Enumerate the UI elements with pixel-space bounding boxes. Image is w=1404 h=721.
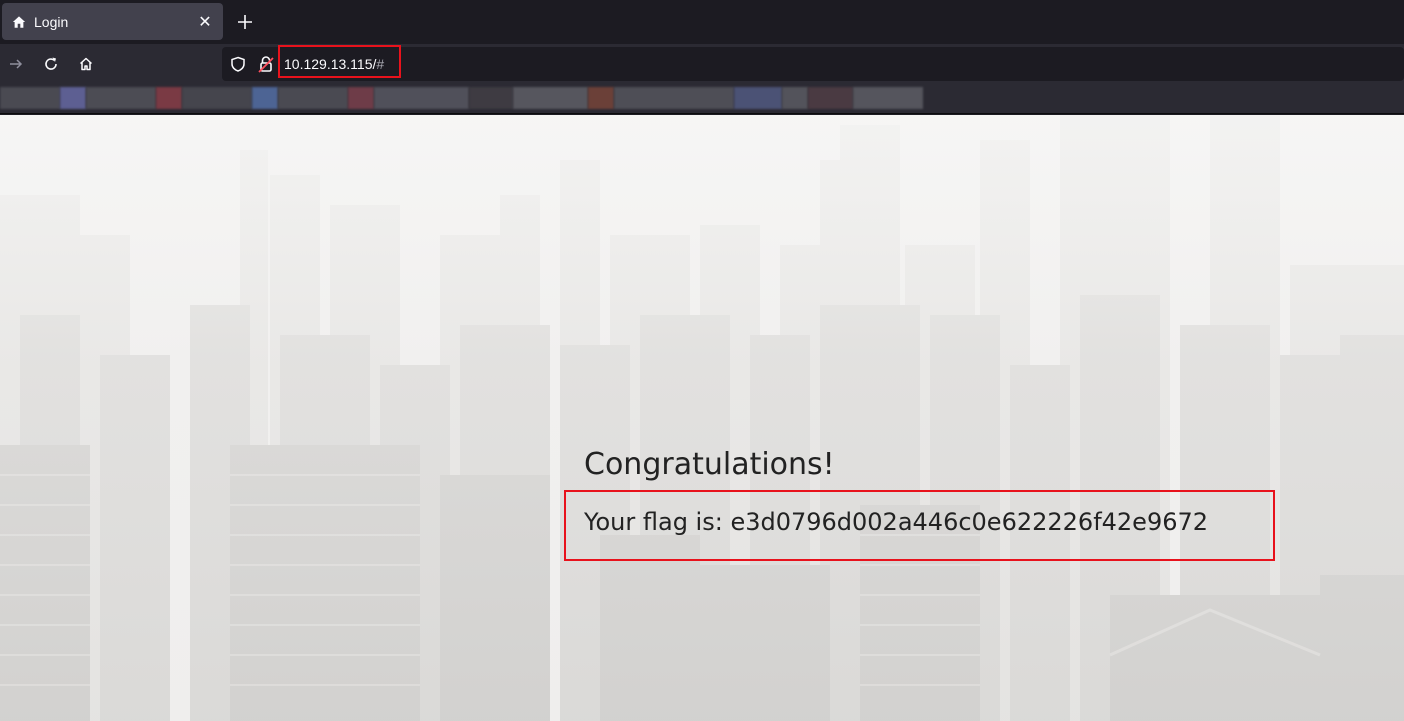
- close-icon[interactable]: ✕: [197, 13, 213, 30]
- home-button[interactable]: [73, 52, 99, 76]
- new-tab-button[interactable]: [233, 10, 257, 34]
- bookmark-item[interactable]: [86, 87, 156, 109]
- home-icon: [79, 57, 93, 71]
- bookmark-item[interactable]: [588, 87, 614, 109]
- arrow-right-icon: [10, 59, 23, 69]
- bookmark-item[interactable]: [853, 87, 923, 109]
- url-highlight-box: [278, 45, 401, 78]
- home-icon: [12, 15, 26, 28]
- page-content: Congratulations! Your flag is: e3d0796d0…: [0, 115, 1404, 721]
- tab-login[interactable]: Login ✕: [2, 3, 223, 40]
- plus-icon: [238, 15, 252, 29]
- bookmark-item[interactable]: [278, 87, 348, 109]
- reload-button[interactable]: [38, 52, 64, 76]
- bookmark-item[interactable]: [782, 87, 808, 109]
- flag-highlight-box: [564, 490, 1275, 561]
- tab-title: Login: [34, 13, 69, 30]
- bookmark-item[interactable]: [734, 87, 782, 109]
- insecure-lock-icon[interactable]: [258, 55, 274, 73]
- bookmark-item[interactable]: [182, 87, 252, 109]
- shield-icon[interactable]: [230, 56, 246, 72]
- page-heading: Congratulations!: [584, 447, 835, 482]
- bookmark-item[interactable]: [60, 87, 86, 109]
- bookmark-item[interactable]: [156, 87, 182, 109]
- tab-strip: Login ✕: [0, 0, 1404, 44]
- bookmark-item[interactable]: [808, 87, 853, 109]
- bookmark-item[interactable]: [252, 87, 278, 109]
- bookmark-item[interactable]: [374, 87, 469, 109]
- bookmark-item[interactable]: [513, 87, 588, 109]
- bookmark-item[interactable]: [348, 87, 374, 109]
- forward-button[interactable]: [3, 52, 29, 76]
- reload-icon: [45, 57, 57, 70]
- nav-bar: 10.129.13.115/#: [0, 44, 1404, 84]
- bookmark-item[interactable]: [614, 87, 734, 109]
- bookmark-item[interactable]: [0, 87, 60, 109]
- background-overlay: [0, 115, 1404, 721]
- bookmark-item[interactable]: [469, 87, 513, 109]
- bookmarks-toolbar: [0, 84, 1404, 114]
